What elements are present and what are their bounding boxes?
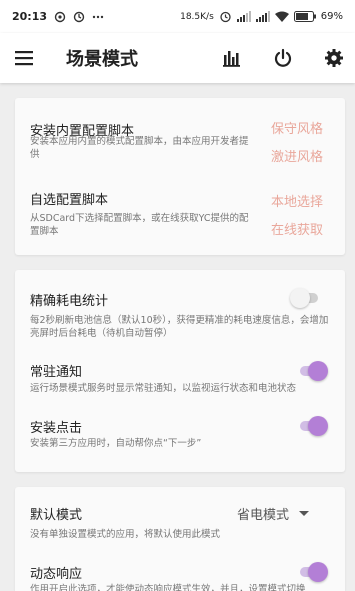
more-icon (92, 15, 104, 19)
sync-icon (54, 11, 66, 23)
dynamic-response-title: 动态响应 (30, 567, 83, 582)
online-fetch-link[interactable]: 在线获取 (271, 219, 323, 238)
local-select-link[interactable]: 本地选择 (271, 191, 323, 210)
battery-percent: 69% (320, 11, 343, 22)
menu-icon[interactable] (14, 48, 36, 68)
wifi-icon (274, 11, 289, 22)
default-mode-title: 默认模式 (30, 508, 83, 523)
battery-icon (293, 11, 316, 22)
gear-icon[interactable] (322, 46, 346, 70)
chevron-down-icon (299, 511, 310, 516)
power-icon[interactable] (271, 46, 295, 70)
signal-icon (255, 11, 270, 22)
net-speed: 18.5K/s (180, 11, 214, 22)
switch-thumb (308, 562, 328, 582)
notification-switch[interactable] (298, 361, 328, 381)
install-click-desc: 安装第三方应用时，自动帮你点“下一步” (30, 438, 202, 449)
power-stats-title: 精确耗电统计 (30, 294, 109, 309)
chart-icon[interactable] (220, 46, 244, 70)
status-time: 20:13 (12, 10, 48, 23)
switch-thumb (290, 288, 310, 308)
default-mode-dropdown[interactable]: 省电模式 (237, 504, 310, 523)
status-bar: 20:13 18.5K/s 69% (0, 0, 355, 33)
alarm-icon (219, 10, 232, 23)
default-mode-value: 省电模式 (237, 508, 290, 523)
signal-icon (236, 11, 251, 22)
app-bar: 场景模式 (0, 33, 355, 83)
dynamic-response-switch[interactable] (298, 562, 328, 582)
install-click-switch[interactable] (298, 416, 328, 436)
custom-script-title: 自选配置脚本 (30, 193, 109, 208)
power-stats-desc: 每2秒刷新电池信息（默认10秒），获得更精准的耗电速度信息，会增加亮屏时后台耗电… (30, 315, 329, 339)
notification-title: 常驻通知 (30, 365, 83, 380)
install-click-title: 安装点击 (30, 421, 83, 436)
builtin-script-desc: 安装本应用内置的模式配置脚本，由本应用开发者提供 (30, 136, 249, 160)
aggressive-style-link[interactable]: 激进风格 (271, 146, 323, 165)
install-scripts-card: 安装内置配置脚本 安装本应用内置的模式配置脚本，由本应用开发者提供 保守风格 激… (15, 98, 345, 255)
switch-thumb (308, 361, 328, 381)
default-mode-desc: 没有单独设置模式的应用，将默认使用此模式 (30, 529, 221, 540)
power-stats-switch[interactable] (290, 288, 320, 308)
dynamic-response-desc: 作用开启此选项，才能使动态响应模式生效，并且，设置模式切换 (30, 584, 306, 591)
custom-script-desc: 从SDCard下选择配置脚本，或在线获取YC提供的配置脚本 (30, 213, 249, 237)
switch-thumb (308, 416, 328, 436)
conservative-style-link[interactable]: 保守风格 (271, 118, 323, 137)
mode-settings-card: 默认模式 没有单独设置模式的应用，将默认使用此模式 省电模式 动态响应 作用开启… (15, 487, 345, 591)
service-settings-card: 精确耗电统计 每2秒刷新电池信息（默认10秒），获得更精准的耗电速度信息，会增加… (15, 270, 345, 472)
page-title: 场景模式 (66, 49, 138, 70)
notification-desc: 运行场景模式服务时显示常驻通知，以监视运行状态和电池状态 (30, 383, 297, 394)
at-icon (73, 11, 85, 23)
